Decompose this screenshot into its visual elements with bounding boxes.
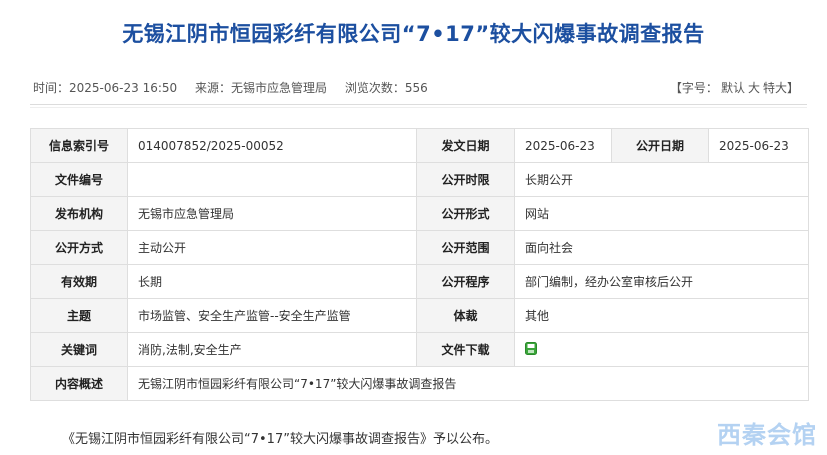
- table-row: 关键词 消防,法制,安全生产 文件下载: [30, 332, 809, 367]
- summary-value: 无锡江阴市恒园彩纤有限公司“7•17”较大闪爆事故调查报告: [127, 366, 809, 401]
- doc-no-value: [127, 162, 417, 197]
- font-size-large[interactable]: 大: [748, 81, 760, 95]
- publisher-value: 无锡市应急管理局: [127, 196, 417, 231]
- table-row: 主题 市场监管、安全生产监管--安全生产监管 体裁 其他: [30, 298, 809, 333]
- issue-date-value: 2025-06-23: [514, 128, 612, 163]
- subject-value: 市场监管、安全生产监管--安全生产监管: [127, 298, 417, 333]
- keywords-label: 关键词: [30, 332, 128, 367]
- table-row: 公开方式 主动公开 公开范围 面向社会: [30, 230, 809, 265]
- genre-value: 其他: [514, 298, 809, 333]
- table-row: 内容概述 无锡江阴市恒园彩纤有限公司“7•17”较大闪爆事故调查报告: [30, 366, 809, 401]
- article-meta: 时间：2025-06-23 16:50 来源：无锡市应急管理局 浏览次数：556: [33, 79, 442, 96]
- keywords-value: 消防,法制,安全生产: [127, 332, 417, 367]
- view-count: 浏览次数：556: [344, 81, 428, 95]
- table-row: 信息索引号 014007852/2025-00052 发文日期 2025-06-…: [30, 128, 809, 163]
- table-row: 文件编号 公开时限 长期公开: [30, 162, 809, 197]
- public-date-value: 2025-06-23: [708, 128, 809, 163]
- info-table: 信息索引号 014007852/2025-00052 发文日期 2025-06-…: [30, 128, 809, 401]
- issue-date-label: 发文日期: [416, 128, 515, 163]
- divider: [30, 104, 807, 105]
- font-size-default[interactable]: 默认: [721, 81, 745, 95]
- genre-label: 体裁: [416, 298, 515, 333]
- public-method-label: 公开方式: [30, 230, 128, 265]
- site-watermark: 西秦会馆: [717, 421, 817, 449]
- download-cell: [514, 332, 809, 367]
- public-procedure-label: 公开程序: [416, 264, 515, 299]
- publish-time: 时间：2025-06-23 16:50: [33, 81, 178, 95]
- validity-value: 长期: [127, 264, 417, 299]
- publisher-label: 发布机构: [30, 196, 128, 231]
- page-title: 无锡江阴市恒园彩纤有限公司“7•17”较大闪爆事故调查报告: [122, 22, 705, 46]
- public-method-value: 主动公开: [127, 230, 417, 265]
- font-size-switcher: 【字号： 默认大特大】: [669, 81, 799, 95]
- divider-secondary: [30, 107, 807, 108]
- doc-no-label: 文件编号: [30, 162, 128, 197]
- table-row: 有效期 长期 公开程序 部门编制，经办公室审核后公开: [30, 264, 809, 299]
- public-procedure-value: 部门编制，经办公室审核后公开: [514, 264, 809, 299]
- public-period-value: 长期公开: [514, 162, 809, 197]
- font-size-xlarge[interactable]: 特大: [763, 81, 787, 95]
- table-row: 发布机构 无锡市应急管理局 公开形式 网站: [30, 196, 809, 231]
- download-label: 文件下载: [416, 332, 515, 367]
- public-date-label: 公开日期: [611, 128, 709, 163]
- index-no-label: 信息索引号: [30, 128, 128, 163]
- source: 来源：无锡市应急管理局: [194, 81, 328, 95]
- public-period-label: 公开时限: [416, 162, 515, 197]
- validity-label: 有效期: [30, 264, 128, 299]
- summary-label: 内容概述: [30, 366, 128, 401]
- article-body-text: 《无锡江阴市恒园彩纤有限公司“7•17”较大闪爆事故调查报告》予以公布。: [62, 432, 498, 447]
- index-no-value: 014007852/2025-00052: [127, 128, 417, 163]
- public-form-value: 网站: [514, 196, 809, 231]
- public-scope-value: 面向社会: [514, 230, 809, 265]
- file-download-icon[interactable]: [525, 341, 537, 358]
- subject-label: 主题: [30, 298, 128, 333]
- public-form-label: 公开形式: [416, 196, 515, 231]
- public-scope-label: 公开范围: [416, 230, 515, 265]
